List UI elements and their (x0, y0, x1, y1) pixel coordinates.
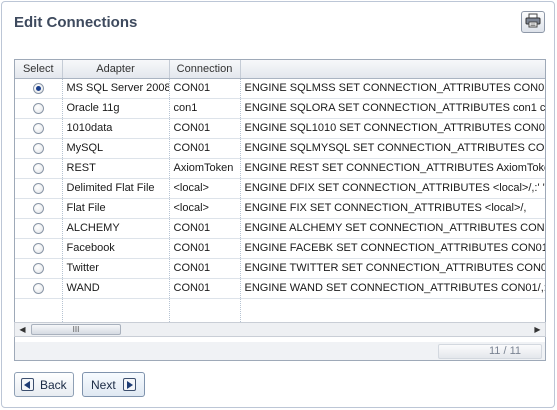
select-cell (15, 258, 63, 279)
adapter-cell: MySQL (62, 138, 170, 159)
select-cell (15, 278, 63, 299)
column-header-select[interactable]: Select (15, 60, 63, 79)
table-row[interactable]: Oracle 11g con1 ENGINE SQLORA SET CONNECTI… (15, 98, 545, 119)
command-cell: ENGINE SQL1010 SET CONNECTION_ATTRIBUTES… (240, 118, 545, 139)
connection-cell: CON01 (169, 138, 241, 159)
column-header-connection[interactable]: Connection (169, 60, 241, 79)
command-cell: ENGINE SQLMYSQL SET CONNECTION_ATTRIBUTE… (240, 138, 545, 159)
next-button-label: Next (91, 377, 116, 392)
connection-cell: con1 (169, 98, 241, 119)
grid-header-row: Select Adapter Connection (15, 60, 545, 79)
adapter-cell: Oracle 11g (62, 98, 170, 119)
connection-cell: CON01 (169, 258, 241, 279)
select-cell (15, 118, 63, 139)
select-radio[interactable] (32, 82, 44, 94)
table-row[interactable]: REST AxiomToken ENGINE REST SET CONNECTION… (15, 158, 545, 179)
adapter-cell: Facebook (62, 238, 170, 259)
scrollbar-grip: III (72, 325, 80, 334)
connection-cell: CON01 (169, 238, 241, 259)
select-radio[interactable] (32, 282, 44, 294)
adapter-cell: MS SQL Server 2008 (62, 78, 170, 99)
select-cell (15, 198, 63, 219)
command-cell: ENGINE ALCHEMY SET CONNECTION_ATTRIBUTES… (240, 218, 545, 239)
connections-table: Select Adapter Connection MS SQL Server … (15, 60, 545, 336)
print-button[interactable] (521, 11, 545, 33)
dialog-title: Edit Connections (14, 14, 138, 31)
select-radio[interactable] (32, 142, 44, 154)
table-row[interactable]: WAND CON01 ENGINE WAND SET CONNECTION_ATTR… (15, 278, 545, 299)
table-row[interactable]: MySQL CON01 ENGINE SQLMYSQL SET CONNECTION… (15, 138, 545, 159)
select-radio[interactable] (32, 242, 44, 254)
command-cell: ENGINE WAND SET CONNECTION_ATTRIBUTES CO… (240, 278, 545, 299)
select-cell (15, 78, 63, 99)
adapter-cell: Flat File (62, 198, 170, 219)
grid-body: MS SQL Server 2008 CON01 ENGINE SQLMSS SET… (15, 78, 545, 336)
adapter-cell: Twitter (62, 258, 170, 279)
edit-connections-dialog: Edit Connections Select Adapter Connecti… (1, 1, 555, 408)
select-cell (15, 98, 63, 119)
table-row[interactable]: Delimited Flat File <local> ENGINE DFIX SE… (15, 178, 545, 199)
select-cell (15, 238, 63, 259)
column-header-command[interactable] (240, 60, 545, 79)
connection-cell: AxiomToken (169, 158, 241, 179)
command-cell: ENGINE FIX SET CONNECTION_ATTRIBUTES <lo… (240, 198, 545, 219)
command-cell: ENGINE SQLMSS SET CONNECTION_ATTRIBUTES … (240, 78, 545, 99)
select-radio[interactable] (32, 262, 44, 274)
table-row[interactable]: ALCHEMY CON01 ENGINE ALCHEMY SET CONNECTIO… (15, 218, 545, 239)
command-cell: ENGINE TWITTER SET CONNECTION_ATTRIBUTES… (240, 258, 545, 279)
pager-bar: 11 / 11 (14, 342, 546, 361)
command-cell: ENGINE SQLORA SET CONNECTION_ATTRIBUTES … (240, 98, 545, 119)
select-radio[interactable] (32, 122, 44, 134)
adapter-cell: 1010data (62, 118, 170, 139)
back-button-label: Back (40, 377, 67, 392)
scrollbar-thumb[interactable]: III (31, 324, 121, 335)
back-arrow-icon (21, 378, 34, 391)
adapter-cell: Delimited Flat File (62, 178, 170, 199)
adapter-cell: REST (62, 158, 170, 179)
table-row[interactable]: 1010data CON01 ENGINE SQL1010 SET CONNECTI… (15, 118, 545, 139)
select-radio[interactable] (32, 182, 44, 194)
record-count: 11 / 11 (488, 345, 521, 357)
next-button[interactable]: Next (82, 372, 145, 397)
select-cell (15, 138, 63, 159)
printer-icon (525, 13, 541, 31)
select-radio[interactable] (32, 102, 44, 114)
connections-grid: Select Adapter Connection MS SQL Server … (14, 59, 546, 361)
select-radio[interactable] (32, 202, 44, 214)
column-header-adapter[interactable]: Adapter (62, 60, 170, 79)
table-row[interactable]: Flat File <local> ENGINE FIX SET CONNECTIO… (15, 198, 545, 219)
adapter-cell: ALCHEMY (62, 218, 170, 239)
select-cell (15, 218, 63, 239)
adapter-cell: WAND (62, 278, 170, 299)
select-cell (15, 158, 63, 179)
select-radio[interactable] (32, 162, 44, 174)
next-arrow-icon (122, 378, 136, 391)
table-row[interactable]: Twitter CON01 ENGINE TWITTER SET CONNECTIO… (15, 258, 545, 279)
connection-cell: <local> (169, 198, 241, 219)
scroll-left-arrow-icon[interactable]: ◀ (15, 323, 30, 336)
table-row[interactable]: MS SQL Server 2008 CON01 ENGINE SQLMSS SET… (15, 78, 545, 99)
command-cell: ENGINE FACEBK SET CONNECTION_ATTRIBUTES … (240, 238, 545, 259)
connection-cell: <local> (169, 178, 241, 199)
connection-cell: CON01 (169, 278, 241, 299)
scroll-right-arrow-icon[interactable]: ▶ (530, 323, 545, 336)
connection-cell: CON01 (169, 78, 241, 99)
horizontal-scrollbar[interactable]: ◀ III ▶ (14, 322, 546, 337)
connection-cell: CON01 (169, 218, 241, 239)
select-radio[interactable] (32, 222, 44, 234)
back-button[interactable]: Back (14, 372, 74, 397)
table-row[interactable]: Facebook CON01 ENGINE FACEBK SET CONNECTIO… (15, 238, 545, 259)
command-cell: ENGINE DFIX SET CONNECTION_ATTRIBUTES <l… (240, 178, 545, 199)
connection-cell: CON01 (169, 118, 241, 139)
command-cell: ENGINE REST SET CONNECTION_ATTRIBUTES Ax… (240, 158, 545, 179)
select-cell (15, 178, 63, 199)
